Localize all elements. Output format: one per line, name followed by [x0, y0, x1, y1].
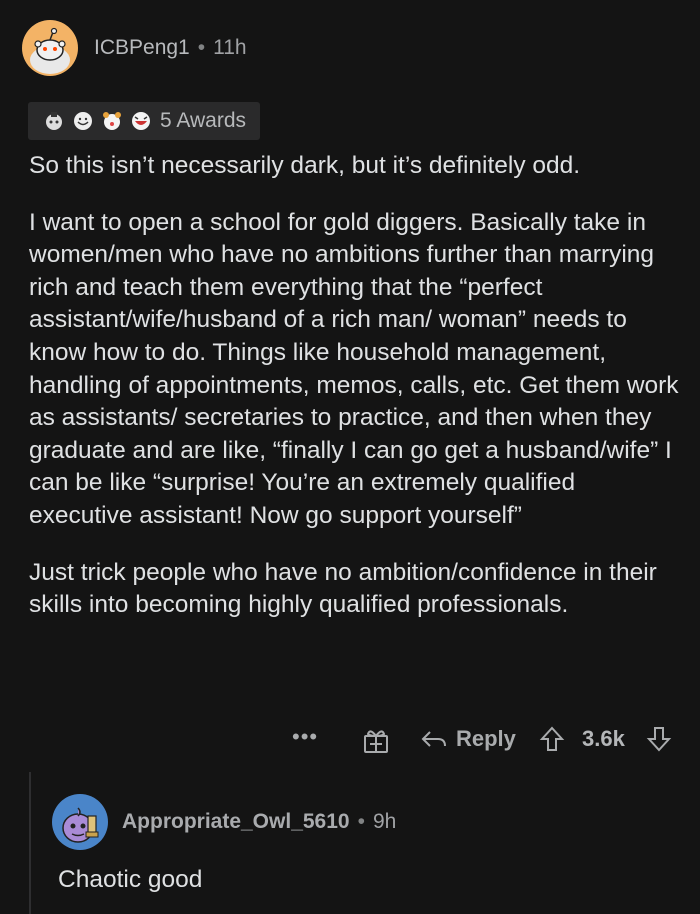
reply-timestamp: 9h	[372, 810, 397, 833]
wholesome-award-icon	[71, 109, 95, 133]
comment-body: So this isn’t necessarily dark, but it’s…	[29, 150, 679, 646]
avatar[interactable]	[22, 20, 78, 76]
reply-header: Appropriate_Owl_5610 • 9h	[52, 794, 396, 850]
thread-line[interactable]	[29, 772, 31, 914]
reply-button[interactable]: Reply	[420, 725, 516, 753]
helpful-award-icon	[100, 109, 124, 133]
separator-dot: •	[357, 810, 365, 833]
gift-award-icon[interactable]	[362, 727, 390, 761]
author-line: ICBPeng1 • 11h	[94, 36, 247, 60]
reply-author-name[interactable]: Appropriate_Owl_5610	[122, 810, 350, 834]
cake-award-icon	[42, 109, 66, 133]
reply-body: Chaotic good	[58, 866, 203, 893]
awards-bar[interactable]: 5 Awards	[28, 102, 260, 140]
timestamp: 11h	[213, 36, 247, 59]
author-name[interactable]: ICBPeng1	[94, 36, 190, 60]
snoo-avatar-icon	[30, 27, 70, 74]
reply-author-line: Appropriate_Owl_5610 • 9h	[122, 810, 396, 834]
laughing-award-icon	[129, 109, 153, 133]
reply-label: Reply	[456, 726, 516, 751]
comment-paragraph: So this isn’t necessarily dark, but it’s…	[29, 152, 581, 179]
reply-arrow-icon	[421, 731, 446, 747]
comment-paragraph: Just trick people who have no ambition/c…	[29, 558, 657, 619]
downvote-arrow-icon[interactable]	[645, 725, 673, 759]
comment-paragraph: I want to open a school for gold diggers…	[29, 208, 679, 529]
comment-actions: ••• Reply 3.6k	[0, 722, 700, 758]
separator-dot: •	[197, 36, 206, 59]
reply-avatar[interactable]	[52, 794, 108, 850]
snoo-avatar-icon	[62, 807, 99, 843]
awards-count: 5 Awards	[160, 109, 246, 132]
more-options-button[interactable]: •••	[292, 724, 318, 750]
comment-header: ICBPeng1 • 11h	[22, 20, 247, 76]
vote-score: 3.6k	[582, 726, 625, 751]
upvote-arrow-icon[interactable]	[538, 725, 566, 759]
